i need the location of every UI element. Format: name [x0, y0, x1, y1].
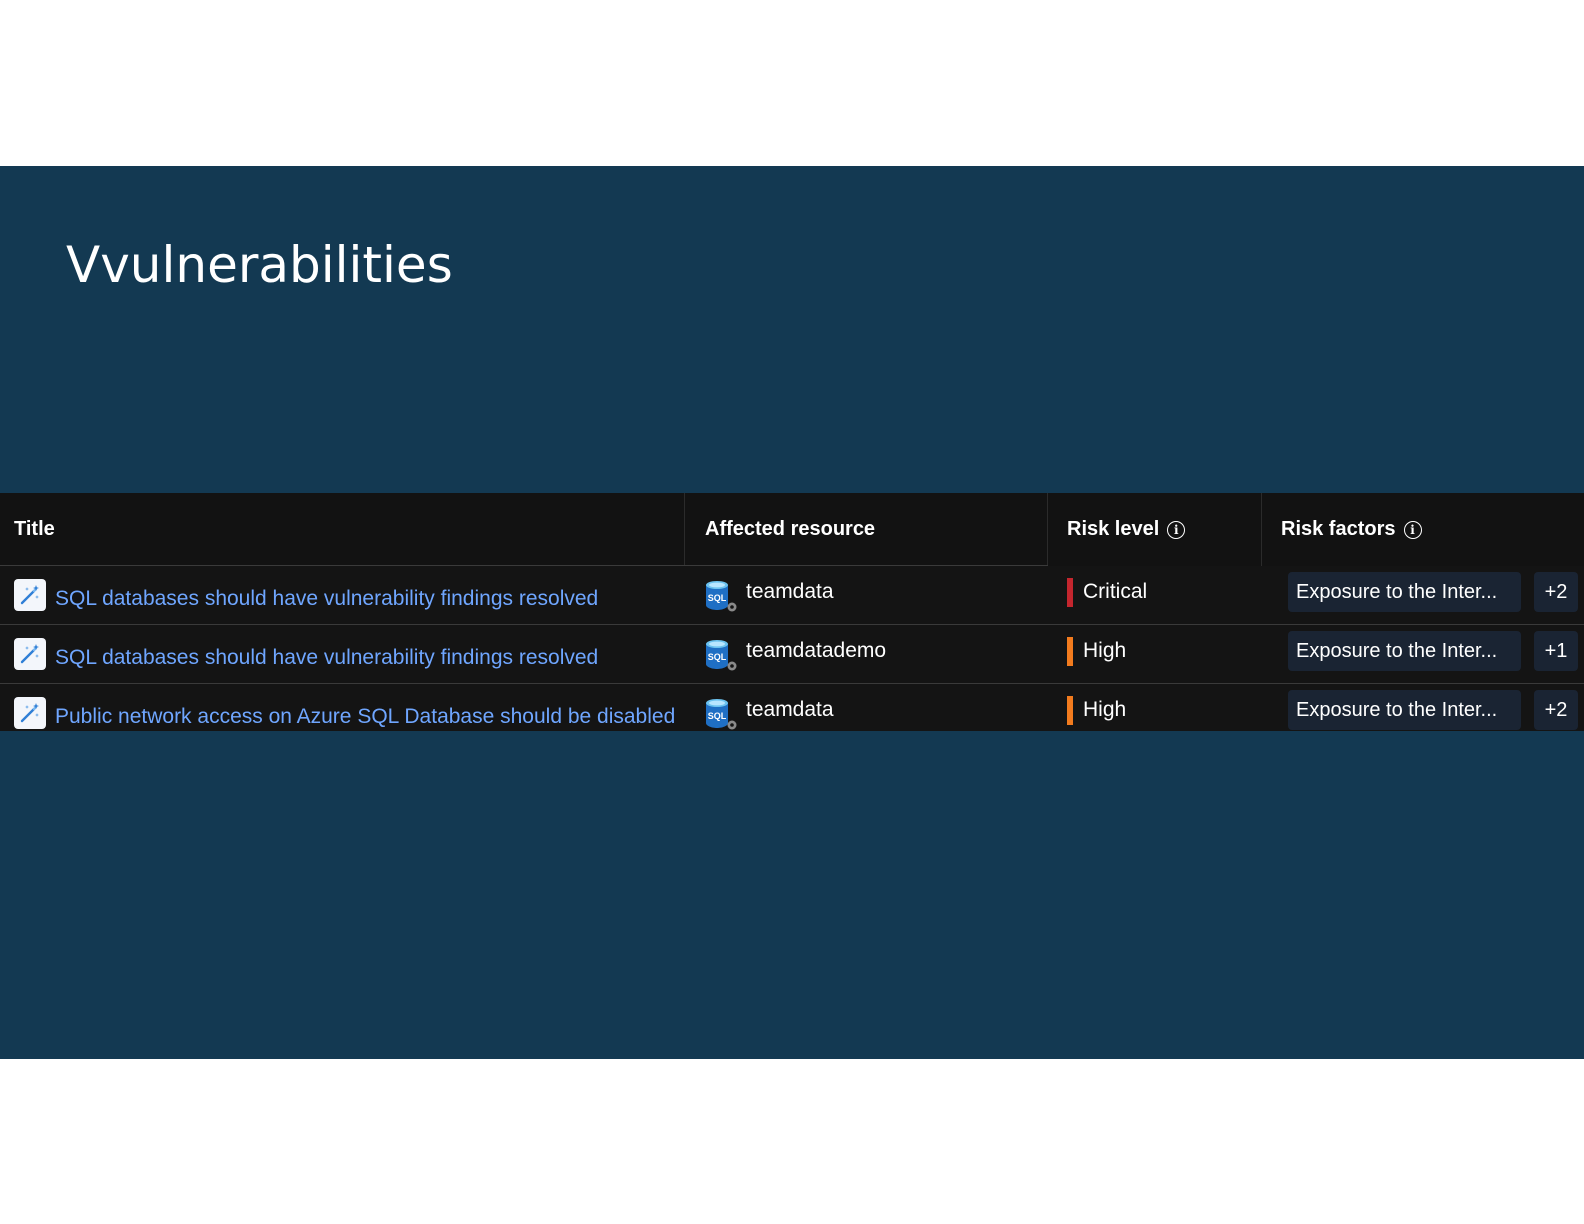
risk-factor-label: Exposure to the Inter...	[1296, 580, 1498, 603]
risk-level-cell: High	[1067, 684, 1126, 742]
risk-indicator-bar	[1067, 695, 1073, 725]
column-header-title[interactable]: Title	[14, 493, 55, 566]
column-header-title-label: Title	[14, 518, 55, 540]
resource-name[interactable]: teamdata	[746, 698, 834, 722]
column-divider[interactable]	[684, 493, 685, 566]
more-risk-factors-badge[interactable]: +1	[1534, 631, 1578, 671]
risk-level-text: High	[1083, 698, 1127, 721]
recommendation-link[interactable]: Public network access on Azure SQL Datab…	[55, 705, 675, 729]
resource-name[interactable]: teamdata	[746, 580, 834, 604]
sql-database-icon: SQL	[704, 638, 738, 672]
resource-name[interactable]: teamdatademo	[746, 639, 886, 663]
risk-factor-label: Exposure to the Inter...	[1296, 639, 1498, 662]
recommendation-link[interactable]: SQL databases should have vulnerability …	[55, 646, 598, 670]
more-risk-factors-badge[interactable]: +2	[1534, 572, 1578, 612]
column-header-risk-factors-label: Risk factors	[1281, 518, 1396, 540]
risk-factor-chip[interactable]: Exposure to the Inter...	[1288, 690, 1521, 730]
risk-factor-chip[interactable]: Exposure to the Inter...	[1288, 631, 1521, 671]
vulnerabilities-table: Title Affected resource Risk level i Ris…	[0, 493, 1584, 731]
title-cell: SQL databases should have vulnerability …	[14, 625, 598, 683]
risk-level-cell: Critical	[1067, 566, 1147, 624]
risk-level-cell: High	[1067, 625, 1126, 683]
more-risk-factors-count: +2	[1544, 580, 1568, 603]
magic-wand-icon	[14, 579, 46, 611]
table-row[interactable]: SQL databases should have vulnerability …	[0, 625, 1584, 683]
info-icon[interactable]: i	[1167, 520, 1186, 539]
more-risk-factors-count: +2	[1544, 698, 1568, 721]
resource-cell: SQL teamdata	[704, 566, 834, 624]
info-icon[interactable]: i	[1403, 520, 1422, 539]
table-header: Title Affected resource Risk level i Ris…	[0, 493, 1584, 566]
risk-level-text: Critical	[1083, 580, 1148, 603]
risk-indicator-bar	[1067, 636, 1073, 666]
page: Vvulnerabilities Title Affected resource…	[0, 0, 1584, 1224]
resource-cell: SQL teamdatademo	[704, 625, 886, 683]
page-title: Vvulnerabilities	[66, 236, 453, 294]
risk-level-text: High	[1083, 639, 1127, 662]
column-header-risk-factors[interactable]: Risk factors i	[1281, 493, 1422, 566]
sql-database-icon: SQL	[704, 579, 738, 613]
risk-factor-label: Exposure to the Inter...	[1296, 698, 1498, 721]
svg-text:SQL: SQL	[708, 652, 727, 662]
magic-wand-icon	[14, 638, 46, 670]
more-risk-factors-count: +1	[1544, 639, 1568, 662]
recommendation-link[interactable]: SQL databases should have vulnerability …	[55, 587, 598, 611]
table-row[interactable]: Public network access on Azure SQL Datab…	[0, 684, 1584, 742]
resource-cell: SQL teamdata	[704, 684, 834, 742]
sql-database-icon: SQL	[704, 697, 738, 731]
title-cell: SQL databases should have vulnerability …	[14, 566, 598, 624]
magic-wand-icon	[14, 697, 46, 729]
title-cell: Public network access on Azure SQL Datab…	[14, 684, 675, 742]
column-header-risk-level-label: Risk level	[1067, 518, 1160, 540]
column-header-risk-level[interactable]: Risk level i	[1067, 493, 1186, 566]
column-divider[interactable]	[1047, 493, 1048, 566]
svg-text:SQL: SQL	[708, 593, 727, 603]
risk-indicator-bar	[1067, 577, 1073, 607]
column-divider[interactable]	[1261, 493, 1262, 566]
risk-factor-chip[interactable]: Exposure to the Inter...	[1288, 572, 1521, 612]
column-header-affected-resource-label: Affected resource	[705, 518, 876, 540]
svg-text:SQL: SQL	[708, 711, 727, 721]
table-row[interactable]: SQL databases should have vulnerability …	[0, 566, 1584, 624]
column-header-affected-resource[interactable]: Affected resource	[705, 493, 875, 566]
more-risk-factors-badge[interactable]: +2	[1534, 690, 1578, 730]
